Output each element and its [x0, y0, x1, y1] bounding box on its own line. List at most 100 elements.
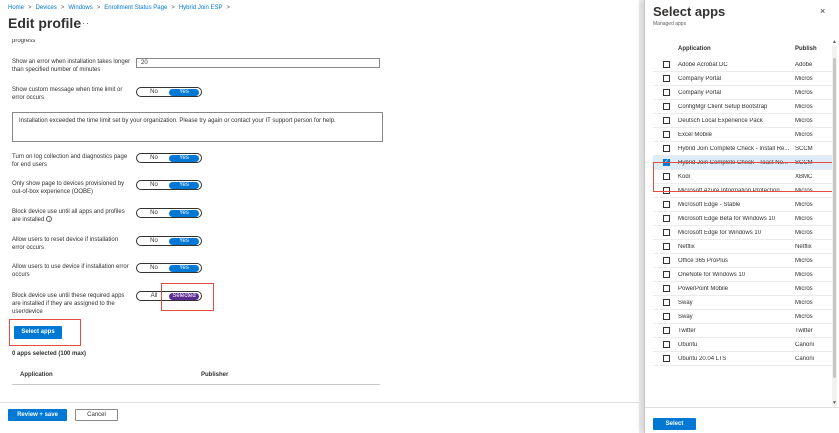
app-list-item[interactable]: Excel Mobile Micros — [653, 128, 833, 142]
app-name: Deutsch Local Experience Pack — [678, 118, 763, 124]
app-name: Ubuntu — [678, 342, 698, 348]
breadcrumb: Home > Devices > Windows > Enrollment Statu… — [8, 5, 230, 11]
toggle-yes[interactable]: Yes — [169, 264, 199, 272]
app-checkbox[interactable] — [663, 103, 670, 110]
app-list-item[interactable]: Ubuntu Canoni — [653, 338, 833, 352]
app-publisher: SCCM — [795, 146, 813, 152]
app-checkbox[interactable] — [663, 327, 670, 334]
log-collection-toggle[interactable]: No Yes — [136, 153, 202, 163]
oobe-toggle[interactable]: No Yes — [136, 180, 202, 190]
app-checkbox[interactable] — [663, 243, 670, 250]
log-collection-label: Turn on log collection and diagnostics p… — [12, 154, 128, 168]
app-checkbox[interactable] — [663, 257, 670, 264]
custom-message-textarea[interactable]: Installation exceeded the time limit set… — [12, 112, 383, 142]
toggle-no[interactable]: No — [139, 238, 169, 245]
app-name: Company Portal — [678, 76, 722, 82]
error-time-label: Show an error when installation takes lo… — [12, 59, 131, 73]
toggle-no[interactable]: No — [139, 89, 169, 96]
app-checkbox[interactable] — [663, 271, 670, 278]
custom-message-toggle[interactable]: No Yes — [136, 87, 202, 97]
scrollbar-thumb[interactable] — [833, 58, 836, 378]
error-time-input[interactable]: 20 — [136, 58, 380, 68]
app-list-item[interactable]: Sway Micros — [653, 310, 833, 324]
column-publisher: Publish — [795, 46, 817, 52]
toggle-yes[interactable]: Yes — [169, 209, 199, 217]
breadcrumb-windows[interactable]: Windows — [68, 5, 92, 11]
app-publisher: Twitter — [795, 328, 813, 334]
app-checkbox[interactable] — [663, 75, 670, 82]
app-list-item[interactable]: Microsoft Edge for Windows 10 Micros — [653, 226, 833, 240]
highlight-select-apps — [9, 319, 81, 346]
app-list-item[interactable]: PowerPoint Mobile Micros — [653, 282, 833, 296]
toggle-no[interactable]: No — [139, 182, 169, 189]
app-name: Sway — [678, 300, 693, 306]
toggle-no[interactable]: No — [139, 210, 169, 217]
app-list-item[interactable]: Netflix Netflix — [653, 240, 833, 254]
app-name: PowerPoint Mobile — [678, 286, 729, 292]
app-name: Microsoft Edge - Stable — [678, 202, 741, 208]
info-icon[interactable]: i — [46, 216, 53, 223]
more-options-icon[interactable]: ··· — [78, 18, 90, 28]
app-checkbox[interactable] — [663, 145, 670, 152]
app-list-item[interactable]: Microsoft Edge - Stable Micros — [653, 198, 833, 212]
app-list-item[interactable]: Hybrid Join Complete Check - Install Re.… — [653, 142, 833, 156]
toggle-no[interactable]: No — [139, 265, 169, 272]
app-name: Microsoft Edge for Windows 10 — [678, 230, 762, 236]
breadcrumb-devices[interactable]: Devices — [36, 5, 57, 11]
app-list-item[interactable]: Company Portal Micros — [653, 72, 833, 86]
panel-footer-divider — [645, 407, 839, 408]
app-checkbox[interactable] — [663, 215, 670, 222]
toggle-yes[interactable]: Yes — [169, 154, 199, 162]
app-list-item[interactable]: ConfigMgr Client Setup Bootstrap Micros — [653, 100, 833, 114]
app-checkbox[interactable] — [663, 355, 670, 362]
oobe-label: Only show page to devices provisioned by… — [12, 181, 125, 195]
app-list-item[interactable]: OneNote for Windows 10 Micros — [653, 268, 833, 282]
app-checkbox[interactable] — [663, 285, 670, 292]
app-checkbox[interactable] — [663, 117, 670, 124]
cancel-button[interactable]: Cancel — [75, 409, 118, 421]
app-list-item[interactable]: Company Portal Micros — [653, 86, 833, 100]
app-publisher: Micros — [795, 104, 813, 110]
app-checkbox[interactable] — [663, 229, 670, 236]
app-checkbox[interactable] — [663, 313, 670, 320]
apps-list-scrollbar[interactable] — [832, 46, 837, 406]
edit-profile-pane: Home > Devices > Windows > Enrollment Statu… — [0, 0, 639, 433]
app-list-item[interactable]: Microsoft Edge Beta for Windows 10 Micros — [653, 212, 833, 226]
app-list-item[interactable]: Twitter Twitter — [653, 324, 833, 338]
app-checkbox[interactable] — [663, 299, 670, 306]
scroll-down-icon[interactable]: ▼ — [832, 400, 837, 406]
app-checkbox[interactable] — [663, 89, 670, 96]
required-apps-label: Block device use until these required ap… — [12, 293, 125, 315]
toggle-no[interactable]: No — [139, 155, 169, 162]
block-all-toggle[interactable]: No Yes — [136, 208, 202, 218]
app-name: ConfigMgr Client Setup Bootstrap — [678, 104, 768, 110]
app-list-item[interactable]: Sway Micros — [653, 296, 833, 310]
close-icon[interactable]: × — [820, 6, 825, 16]
select-button[interactable]: Select — [653, 418, 696, 430]
app-checkbox[interactable] — [663, 341, 670, 348]
app-publisher: Micros — [795, 314, 813, 320]
app-list-item[interactable]: Office 365 ProPlus Micros — [653, 254, 833, 268]
use-device-toggle[interactable]: No Yes — [136, 263, 202, 273]
breadcrumb-home[interactable]: Home — [8, 5, 24, 11]
breadcrumb-hybrid-join-esp[interactable]: Hybrid Join ESP — [179, 5, 223, 11]
breadcrumb-separator: > — [171, 5, 175, 11]
app-list-item[interactable]: Deutsch Local Experience Pack Micros — [653, 114, 833, 128]
reset-toggle[interactable]: No Yes — [136, 236, 202, 246]
toggle-yes[interactable]: Yes — [169, 237, 199, 245]
panel-subtitle: Managed apps — [653, 21, 687, 27]
app-checkbox[interactable] — [663, 131, 670, 138]
app-checkbox[interactable] — [663, 61, 670, 68]
app-list-item[interactable]: Ubuntu 20.04 LTS Canoni — [653, 352, 833, 366]
app-checkbox[interactable] — [663, 201, 670, 208]
highlight-checked-app — [653, 162, 835, 192]
toggle-yes[interactable]: Yes — [169, 88, 199, 96]
breadcrumb-esp[interactable]: Enrollment Status Page — [104, 5, 167, 11]
scroll-up-icon[interactable]: ▲ — [832, 39, 837, 45]
app-list-item[interactable]: Adobe Acrobat DC Adobe — [653, 58, 833, 72]
review-save-button[interactable]: Review + save — [8, 409, 67, 421]
app-publisher: Micros — [795, 258, 813, 264]
block-all-label: Block device use until all apps and prof… — [12, 208, 132, 224]
toggle-yes[interactable]: Yes — [169, 181, 199, 189]
app-name: Twitter — [678, 328, 696, 334]
